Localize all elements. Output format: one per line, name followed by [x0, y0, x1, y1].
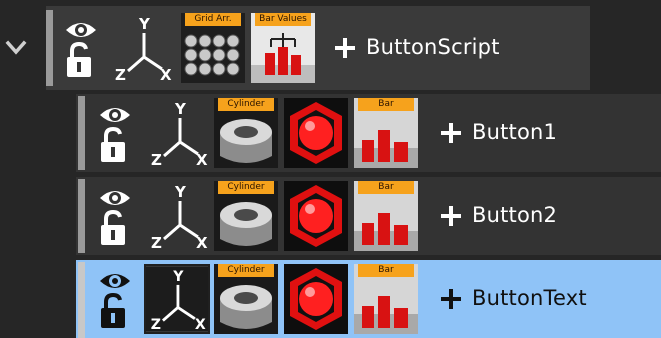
- axis-gizmo-icon[interactable]: Y Z X: [148, 98, 208, 168]
- row-label[interactable]: Button2: [472, 203, 557, 227]
- tree-row-button1[interactable]: Y Z X Cylinder Bar Button1: [76, 94, 661, 172]
- visibility-lock-icon[interactable]: [62, 13, 100, 83]
- scene-tree: Y Z X Grid Arr. Bar Values ButtonScript …: [0, 0, 661, 338]
- axis-gizmo-icon[interactable]: Y Z X: [112, 13, 172, 83]
- thumbnail-cylinder[interactable]: Cylinder: [214, 264, 278, 334]
- thumbnail-grid-array[interactable]: Grid Arr.: [181, 13, 245, 83]
- plus-icon[interactable]: [334, 37, 356, 59]
- visibility-lock-icon[interactable]: [96, 181, 134, 251]
- thumbnail-tag: Grid Arr.: [185, 13, 241, 26]
- eye-icon: [66, 23, 96, 37]
- eye-icon: [100, 108, 130, 122]
- thumbnail-red-sphere[interactable]: [284, 181, 348, 251]
- red-sphere-icon: [284, 264, 348, 334]
- axis-z-label: Z: [151, 317, 161, 333]
- axis-x-label: X: [196, 234, 208, 251]
- axis-y-label: Y: [172, 269, 184, 285]
- unlock-icon: [101, 209, 125, 245]
- axis-x-label: X: [196, 151, 208, 168]
- hierarchy-marker: [78, 179, 85, 253]
- axis-y-label: Y: [138, 15, 151, 33]
- thumbnail-bar[interactable]: Bar: [354, 181, 418, 251]
- axis-x-label: X: [195, 317, 206, 333]
- tree-row-buttontext[interactable]: Y Z X Cylinder Bar ButtonText: [76, 260, 661, 338]
- thumbnail-tag: Bar: [358, 264, 414, 277]
- axis-gizmo-icon[interactable]: Y Z X: [148, 181, 208, 251]
- thumbnail-tag: Cylinder: [218, 98, 274, 111]
- axis-x-label: X: [160, 66, 172, 83]
- thumbnail-tag: Cylinder: [218, 181, 274, 194]
- chevron-down-icon[interactable]: [4, 36, 28, 60]
- plus-icon[interactable]: [440, 288, 462, 310]
- unlock-icon: [101, 292, 125, 328]
- plus-icon[interactable]: [440, 205, 462, 227]
- axis-z-label: Z: [151, 234, 162, 251]
- thumbnail-cylinder[interactable]: Cylinder: [214, 181, 278, 251]
- thumbnail-tag: Bar: [358, 181, 414, 194]
- eye-icon: [100, 191, 130, 205]
- tree-row-buttonscript[interactable]: Y Z X Grid Arr. Bar Values ButtonScript: [0, 6, 590, 90]
- unlock-icon: [67, 41, 91, 77]
- eye-icon: [100, 274, 130, 288]
- axis-y-label: Y: [174, 100, 187, 118]
- tree-row-button2[interactable]: Y Z X Cylinder Bar Button2: [76, 177, 661, 255]
- thumbnail-red-sphere[interactable]: [284, 264, 348, 334]
- hierarchy-marker: [46, 10, 53, 86]
- red-sphere-icon: [284, 181, 348, 251]
- hierarchy-marker: [78, 262, 85, 338]
- thumbnail-tag: Bar: [358, 98, 414, 111]
- thumbnail-tag: Cylinder: [218, 264, 274, 277]
- axis-y-label: Y: [174, 183, 187, 201]
- thumbnail-bar-values[interactable]: Bar Values: [251, 13, 315, 83]
- unlock-icon: [101, 126, 125, 162]
- visibility-lock-icon[interactable]: [96, 264, 134, 334]
- thumbnail-tag: Bar Values: [255, 13, 311, 26]
- thumbnail-cylinder[interactable]: Cylinder: [214, 98, 278, 168]
- axis-z-label: Z: [151, 151, 162, 168]
- thumbnail-red-sphere[interactable]: [284, 98, 348, 168]
- hierarchy-marker: [78, 96, 85, 170]
- row-label[interactable]: Button1: [472, 120, 557, 144]
- visibility-lock-icon[interactable]: [96, 98, 134, 168]
- row-label[interactable]: ButtonScript: [366, 35, 500, 59]
- thumbnail-bar[interactable]: Bar: [354, 264, 418, 334]
- plus-icon[interactable]: [440, 122, 462, 144]
- axis-z-label: Z: [115, 66, 126, 83]
- row-label[interactable]: ButtonText: [472, 286, 587, 310]
- thumbnail-bar[interactable]: Bar: [354, 98, 418, 168]
- red-sphere-icon: [284, 98, 348, 168]
- axis-gizmo-icon[interactable]: Y Z X: [144, 264, 210, 334]
